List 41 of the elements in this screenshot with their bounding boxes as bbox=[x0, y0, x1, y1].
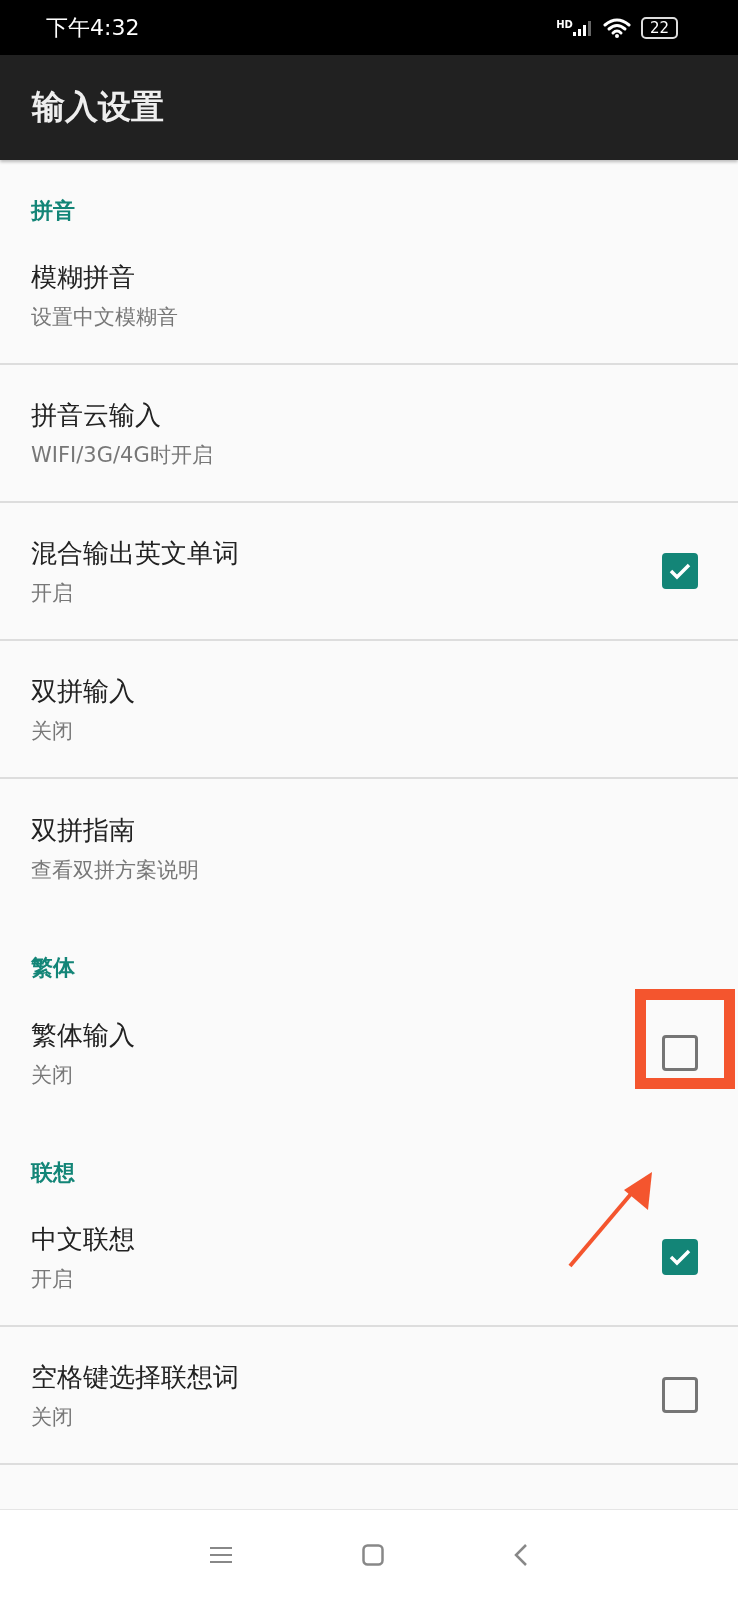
checkbox[interactable] bbox=[662, 1239, 698, 1275]
setting-row[interactable]: 混合输出英文单词 开启 bbox=[0, 503, 738, 641]
section-header: 拼音 bbox=[29, 197, 76, 225]
setting-row[interactable]: 拼音云输入 WIFI/3G/4G时开启 bbox=[0, 365, 738, 503]
checkbox[interactable] bbox=[662, 1377, 698, 1413]
check-icon bbox=[668, 1247, 692, 1267]
wifi-icon bbox=[602, 17, 631, 38]
setting-row[interactable]: 繁体输入 关闭 bbox=[0, 984, 738, 1122]
network-label: HD bbox=[556, 18, 573, 30]
setting-title: 中文联想 bbox=[31, 1222, 136, 1256]
check-icon bbox=[668, 561, 692, 581]
setting-summary: 关闭 bbox=[31, 717, 74, 745]
setting-summary: 查看双拼方案说明 bbox=[31, 856, 200, 884]
setting-title: 繁体输入 bbox=[31, 1018, 136, 1052]
page-title: 输入设置 bbox=[32, 86, 164, 128]
setting-row[interactable]: 空格键选择联想词 关闭 bbox=[0, 1327, 738, 1465]
setting-row[interactable]: 双拼指南 查看双拼方案说明 bbox=[0, 779, 738, 917]
setting-title: 混合输出英文单词 bbox=[31, 536, 240, 570]
setting-row[interactable]: 模糊拼音 设置中文模糊音 bbox=[0, 227, 738, 365]
checkbox[interactable] bbox=[662, 1035, 698, 1071]
checkbox[interactable] bbox=[662, 553, 698, 589]
setting-summary: 设置中文模糊音 bbox=[31, 303, 179, 331]
setting-title: 模糊拼音 bbox=[31, 260, 136, 294]
setting-summary: 开启 bbox=[31, 579, 74, 607]
section-header: 联想 bbox=[29, 1159, 76, 1187]
setting-title: 双拼输入 bbox=[31, 674, 136, 708]
section-header: 繁体 bbox=[30, 954, 76, 982]
back-icon[interactable] bbox=[514, 1543, 528, 1567]
setting-summary: 关闭 bbox=[31, 1403, 74, 1431]
signal-icon bbox=[572, 19, 593, 36]
clock: 下午4:32 bbox=[46, 13, 140, 42]
setting-summary: 关闭 bbox=[31, 1061, 74, 1089]
setting-title: 拼音云输入 bbox=[31, 398, 162, 432]
setting-title: 空格键选择联想词 bbox=[31, 1360, 240, 1394]
home-icon[interactable] bbox=[362, 1544, 384, 1566]
setting-row[interactable]: 双拼输入 关闭 bbox=[0, 641, 738, 779]
battery-indicator: 22 bbox=[640, 16, 678, 39]
setting-summary: 开启 bbox=[31, 1265, 74, 1293]
setting-title: 双拼指南 bbox=[31, 813, 136, 847]
setting-summary: WIFI/3G/4G时开启 bbox=[31, 441, 214, 469]
menu-icon[interactable] bbox=[210, 1546, 232, 1564]
